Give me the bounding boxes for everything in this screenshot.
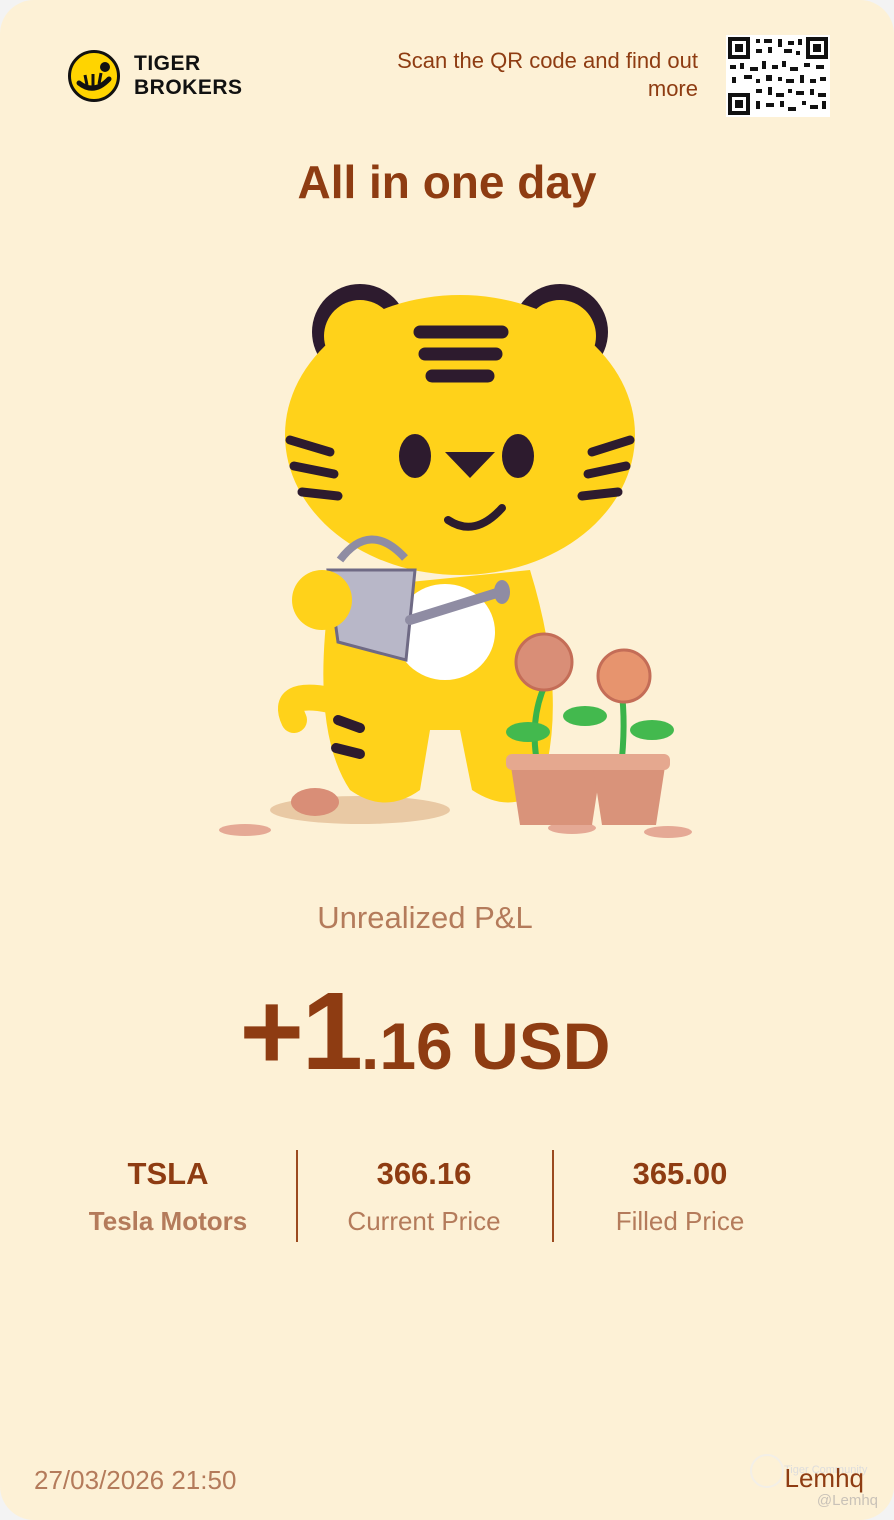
brand-line-1: TIGER [134, 52, 201, 75]
community-logo-icon [750, 1454, 784, 1488]
stats-row: TSLA Tesla Motors 366.16 Current Price 3… [40, 1150, 808, 1242]
pl-integer: +1 [239, 970, 363, 1093]
stat-current-price-label: Current Price [347, 1206, 501, 1236]
tiger-logo-icon [68, 50, 120, 102]
stat-filled-price: 365.00 Filled Price [552, 1150, 808, 1242]
stat-symbol-label: Tesla Motors [88, 1206, 248, 1236]
share-card: TIGER BROKERS Scan the QR code and find … [0, 0, 894, 1520]
pl-label: Unrealized P&L [317, 900, 533, 935]
stat-current-price-value: 366.16 [376, 1156, 472, 1191]
timestamp: 27/03/2026 21:50 [34, 1465, 237, 1495]
stat-filled-price-label: Filled Price [615, 1206, 745, 1236]
brand-name: TIGER BROKERS [134, 52, 243, 100]
tiger-brokers-logo: TIGER BROKERS [68, 50, 243, 102]
brand-line-2: BROKERS [134, 76, 243, 99]
stat-symbol: TSLA Tesla Motors [40, 1150, 296, 1237]
page-title: All in one day [297, 156, 597, 208]
stat-current-price: 366.16 Current Price [296, 1150, 552, 1242]
qr-caption: Scan the QR code and find out more [397, 48, 698, 101]
pl-decimal-currency: .16 USD [360, 1009, 611, 1083]
qr-code-icon[interactable] [726, 35, 830, 117]
tiger-mascot-illustration [210, 270, 700, 850]
stat-filled-price-value: 365.00 [632, 1156, 728, 1191]
username: Lemhq [784, 1463, 865, 1493]
handle-watermark: @Lemhq [816, 1492, 878, 1509]
pl-value: +1.16 USD [0, 968, 850, 1095]
stat-symbol-value: TSLA [127, 1156, 209, 1191]
